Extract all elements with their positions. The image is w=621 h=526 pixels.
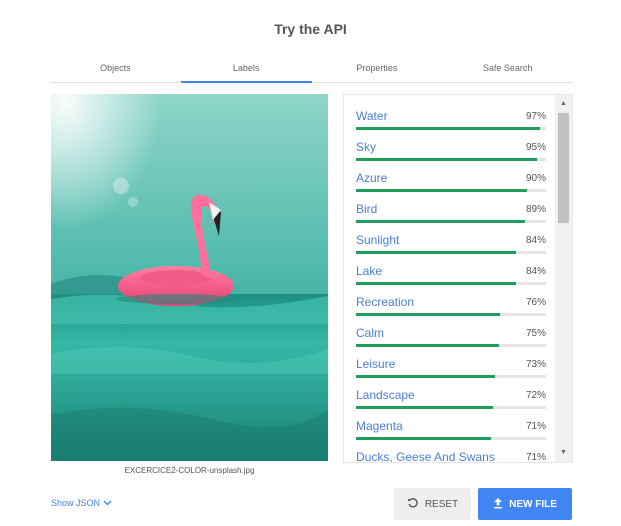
confidence-bar-track (356, 406, 546, 409)
confidence-bar-track (356, 189, 546, 192)
page-title: Try the API (274, 21, 347, 37)
scrollbar[interactable]: ▲ ▼ (555, 95, 572, 462)
confidence-bar-track (356, 437, 546, 440)
confidence-bar-track (356, 251, 546, 254)
label-row: Leisure 73% (356, 357, 546, 388)
label-row: Magenta 71% (356, 419, 546, 450)
reset-icon (407, 497, 419, 512)
scroll-up-icon[interactable]: ▲ (555, 97, 572, 111)
label-name[interactable]: Ducks, Geese And Swans (356, 450, 495, 462)
show-json-toggle[interactable]: Show JSON (51, 498, 112, 508)
label-percent: 84% (525, 266, 546, 277)
confidence-bar-fill (356, 127, 541, 130)
reset-label: RESET (424, 498, 459, 510)
confidence-bar-fill (356, 437, 491, 440)
label-name[interactable]: Bird (356, 202, 377, 216)
label-name[interactable]: Magenta (356, 419, 403, 433)
upload-icon (493, 497, 503, 512)
analyzed-image (51, 94, 328, 461)
label-name[interactable]: Calm (356, 326, 384, 340)
label-name[interactable]: Landscape (356, 388, 415, 402)
confidence-bar-track (356, 344, 546, 347)
confidence-bar-track (356, 158, 546, 161)
image-filename: EXCERCICE2-COLOR-unsplash.jpg (124, 466, 255, 475)
label-name[interactable]: Sunlight (356, 233, 399, 247)
confidence-bar-track (356, 127, 546, 130)
label-row: Sunlight 84% (356, 233, 546, 264)
label-percent: 95% (525, 142, 546, 153)
confidence-bar-fill (356, 282, 516, 285)
label-row: Bird 89% (356, 202, 546, 233)
confidence-bar-track (356, 313, 546, 316)
labels-list[interactable]: Water 97% Sky 95% Azure 90% Bird 89% Sunlight 84%… (343, 94, 573, 463)
label-name[interactable]: Azure (356, 171, 387, 185)
tab-safe-search[interactable]: Safe Search (442, 59, 573, 82)
label-row: Ducks, Geese And Swans 71% (356, 450, 546, 463)
label-row: Landscape 72% (356, 388, 546, 419)
label-name[interactable]: Recreation (356, 295, 414, 309)
label-name[interactable]: Water (356, 109, 388, 123)
confidence-bar-track (356, 220, 546, 223)
label-name[interactable]: Leisure (356, 357, 395, 371)
label-percent: 84% (525, 235, 546, 246)
confidence-bar-fill (356, 313, 501, 316)
label-percent: 71% (525, 452, 546, 463)
label-percent: 75% (525, 328, 546, 339)
label-percent: 71% (525, 421, 546, 432)
scroll-thumb[interactable] (558, 113, 569, 223)
tab-properties[interactable]: Properties (312, 59, 443, 82)
scroll-down-icon[interactable]: ▼ (555, 446, 572, 460)
new-file-label: NEW FILE (509, 498, 557, 510)
label-row: Lake 84% (356, 264, 546, 295)
label-row: Water 97% (356, 109, 546, 140)
tab-labels[interactable]: Labels (180, 59, 312, 83)
tab-bar: Objects Labels Properties Safe Search (50, 59, 573, 83)
confidence-bar-fill (356, 251, 516, 254)
label-percent: 76% (525, 297, 546, 308)
confidence-bar-fill (356, 220, 526, 223)
label-name[interactable]: Sky (356, 140, 376, 154)
label-percent: 97% (525, 111, 546, 122)
show-json-label: Show JSON (51, 498, 101, 508)
label-row: Sky 95% (356, 140, 546, 171)
reset-button[interactable]: RESET (394, 488, 471, 520)
label-row: Recreation 76% (356, 295, 546, 326)
confidence-bar-fill (356, 158, 537, 161)
confidence-bar-fill (356, 189, 527, 192)
label-row: Azure 90% (356, 171, 546, 202)
label-percent: 90% (525, 173, 546, 184)
confidence-bar-track (356, 375, 546, 378)
label-row: Calm 75% (356, 326, 546, 357)
label-percent: 73% (525, 359, 546, 370)
confidence-bar-fill (356, 375, 495, 378)
label-percent: 89% (525, 204, 546, 215)
label-name[interactable]: Lake (356, 264, 382, 278)
chevron-down-icon (103, 500, 112, 506)
confidence-bar-track (356, 282, 546, 285)
confidence-bar-fill (356, 344, 499, 347)
new-file-button[interactable]: NEW FILE (478, 488, 572, 520)
label-percent: 72% (525, 390, 546, 401)
confidence-bar-fill (356, 406, 493, 409)
tab-objects[interactable]: Objects (50, 59, 181, 82)
